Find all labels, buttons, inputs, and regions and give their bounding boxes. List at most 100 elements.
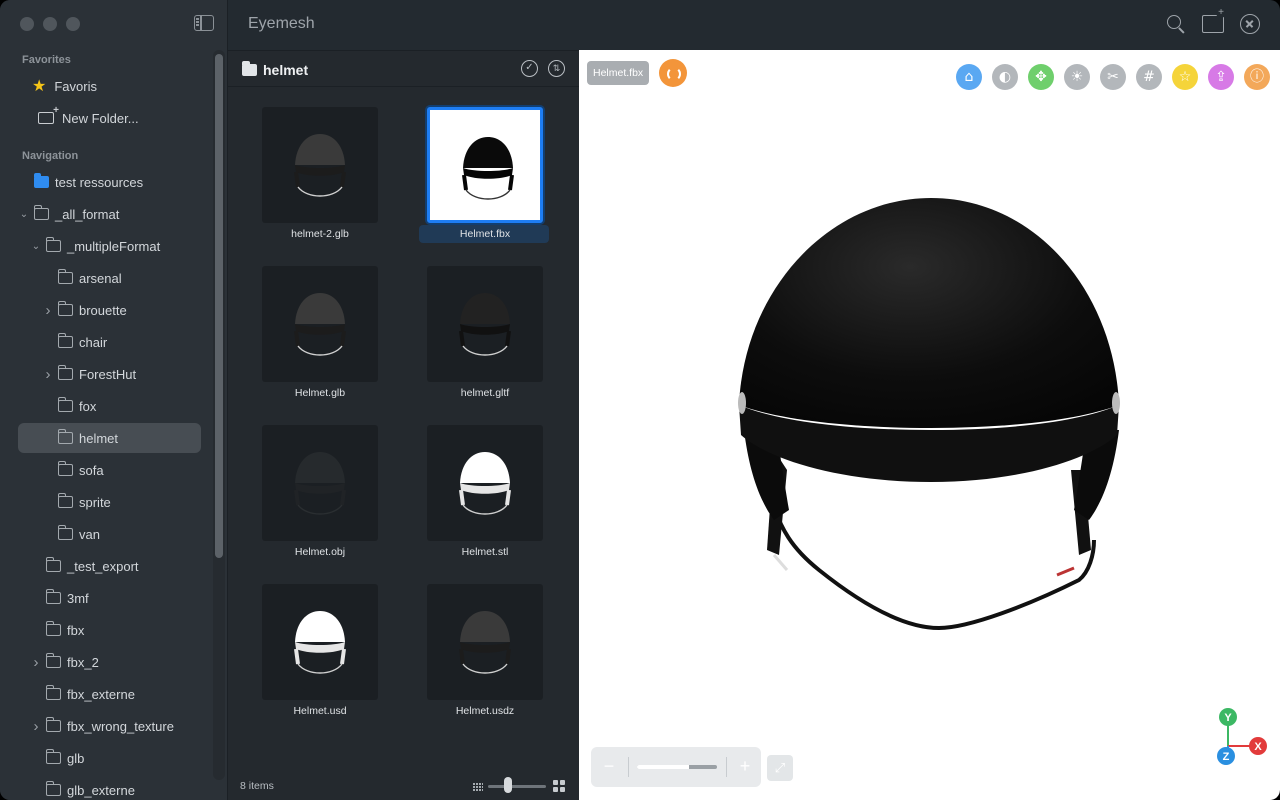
minimize-window-button[interactable] <box>43 17 57 31</box>
file-thumbnail[interactable]: Helmet.usdz <box>423 580 547 722</box>
sidebar-item-foresthut[interactable]: › ForestHut <box>18 359 201 389</box>
sidebar-item-glb-externe[interactable]: glb_externe <box>18 775 201 800</box>
sidebar-item-helmet[interactable]: helmet <box>18 423 201 453</box>
sidebar-item-label: 3mf <box>67 590 89 606</box>
close-icon[interactable] <box>1240 14 1260 34</box>
zoom-slider[interactable] <box>637 765 717 769</box>
star-icon: ★ <box>32 78 47 95</box>
sidebar-item-fbx-2[interactable]: › fbx_2 <box>18 647 201 677</box>
search-icon[interactable] <box>1166 14 1186 34</box>
folder-icon <box>45 237 61 252</box>
file-thumbnail[interactable]: Helmet.usd <box>258 580 382 722</box>
file-thumbnail[interactable]: Helmet.stl <box>423 421 547 563</box>
sidebar-item-label: ForestHut <box>79 366 137 382</box>
zoom-separator <box>628 757 629 777</box>
expand-icon[interactable]: ⤢ <box>767 755 793 781</box>
file-thumbnail[interactable]: Helmet.obj <box>258 421 382 563</box>
new-folder-icon <box>38 105 59 124</box>
sidebar-item-label: fbx <box>67 622 85 638</box>
file-thumbnail[interactable]: helmet-2.glb <box>258 103 382 245</box>
select-icon[interactable]: ✓ <box>521 60 538 77</box>
sidebar-item-fbx-externe[interactable]: fbx_externe <box>18 679 201 709</box>
sidebar-item-fox[interactable]: fox <box>18 391 201 421</box>
browser-footer: 8 items <box>228 771 579 800</box>
top-toolbar <box>1166 8 1260 34</box>
sidebar-item-test-ressources[interactable]: test ressources <box>18 167 201 197</box>
file-name: helmet.gltf <box>460 387 510 399</box>
large-grid-icon[interactable] <box>553 780 565 792</box>
sidebar-item-van[interactable]: van <box>18 519 201 549</box>
folder-icon <box>241 61 257 76</box>
chevron-down-icon[interactable]: ⌄ <box>18 209 30 220</box>
navigation-title: Navigation <box>22 150 79 162</box>
file-thumbnail[interactable]: Helmet.glb <box>258 262 382 404</box>
sidebar-item-label: brouette <box>79 302 127 318</box>
add-folder-icon[interactable] <box>1202 8 1226 33</box>
sidebar-item-label: helmet <box>79 430 119 446</box>
sidebar-item-arsenal[interactable]: arsenal <box>18 263 201 293</box>
chevron-right-icon[interactable]: › <box>42 366 54 383</box>
file-name: Helmet.obj <box>294 546 346 558</box>
folder-title: helmet <box>263 62 309 78</box>
helmet-model[interactable] <box>579 50 1280 800</box>
thumbnail-preview <box>262 584 378 700</box>
sidebar-item--test-export[interactable]: _test_export <box>18 551 201 581</box>
file-name: Helmet.fbx <box>459 228 511 240</box>
sidebar-item-sprite[interactable]: sprite <box>18 487 201 517</box>
new-folder-button[interactable]: New Folder... <box>18 103 201 133</box>
sidebar-item-chair[interactable]: chair <box>18 327 201 357</box>
sidebar-item-brouette[interactable]: › brouette <box>18 295 201 325</box>
small-grid-icon[interactable] <box>473 782 483 791</box>
thumbnail-size-knob[interactable] <box>504 777 513 793</box>
window-controls <box>20 17 80 31</box>
thumbnail-preview <box>262 266 378 382</box>
sort-icon[interactable]: ⇅ <box>548 60 565 77</box>
folder-icon <box>45 653 61 668</box>
folder-icon <box>57 429 73 444</box>
thumbnail-preview <box>427 266 543 382</box>
file-thumbnail[interactable]: Helmet.fbx <box>419 103 549 245</box>
sidebar-item-label: _multipleFormat <box>67 238 161 254</box>
sidebar-item-fbx-wrong-texture[interactable]: › fbx_wrong_texture <box>18 711 201 741</box>
y-axis-label: Y <box>1224 712 1232 724</box>
new-folder-label: New Folder... <box>62 110 139 126</box>
folder-icon <box>45 749 61 764</box>
zoom-window-button[interactable] <box>66 17 80 31</box>
favorite-favoris[interactable]: ★ Favoris <box>18 71 201 101</box>
file-name: Helmet.usdz <box>455 705 515 717</box>
chevron-right-icon[interactable]: › <box>42 302 54 319</box>
sidebar-item-glb[interactable]: glb <box>18 743 201 773</box>
chevron-right-icon[interactable]: › <box>30 654 42 671</box>
sidebar-item-label: chair <box>79 334 108 350</box>
chevron-right-icon[interactable]: › <box>30 718 42 735</box>
zoom-in-button[interactable]: + <box>729 747 761 787</box>
x-axis-label: X <box>1254 741 1262 753</box>
zoom-out-button[interactable]: − <box>591 747 627 787</box>
file-name: Helmet.glb <box>294 387 346 399</box>
sidebar-item-label: test ressources <box>55 174 144 190</box>
folder-icon <box>45 685 61 700</box>
sidebar-scrollbar[interactable] <box>215 54 223 558</box>
thumbnail-size-slider[interactable] <box>488 785 546 788</box>
thumbnail-preview <box>262 425 378 541</box>
sidebar-item-sofa[interactable]: sofa <box>18 455 201 485</box>
sidebar-toggle-icon[interactable] <box>194 15 214 31</box>
z-axis-label: Z <box>1223 751 1230 763</box>
sidebar-item--multipleformat[interactable]: ⌄ _multipleFormat <box>18 231 201 261</box>
sidebar-item-label: sprite <box>79 494 111 510</box>
sidebar-item-fbx[interactable]: fbx <box>18 615 201 645</box>
thumbnail-preview <box>262 107 378 223</box>
sidebar: Favorites ★ Favoris New Folder... Naviga… <box>0 0 228 800</box>
folder-icon <box>45 781 61 796</box>
sidebar-item-3mf[interactable]: 3mf <box>18 583 201 613</box>
model-viewer[interactable]: Helmet.fbx ⌂ ◐ ✥ ☀ ✂ # ☆ ⇪ ⓘ − + ⤢ Y X Z <box>579 50 1280 800</box>
folder-icon <box>57 525 73 540</box>
file-thumbnail[interactable]: helmet.gltf <box>423 262 547 404</box>
sidebar-item-label: fox <box>79 398 97 414</box>
sidebar-item--all-format[interactable]: ⌄ _all_format <box>18 199 201 229</box>
sidebar-item-label: fbx_externe <box>67 686 135 702</box>
close-window-button[interactable] <box>20 17 34 31</box>
folder-icon <box>57 397 73 412</box>
folder-icon <box>45 557 61 572</box>
chevron-down-icon[interactable]: ⌄ <box>30 241 42 252</box>
